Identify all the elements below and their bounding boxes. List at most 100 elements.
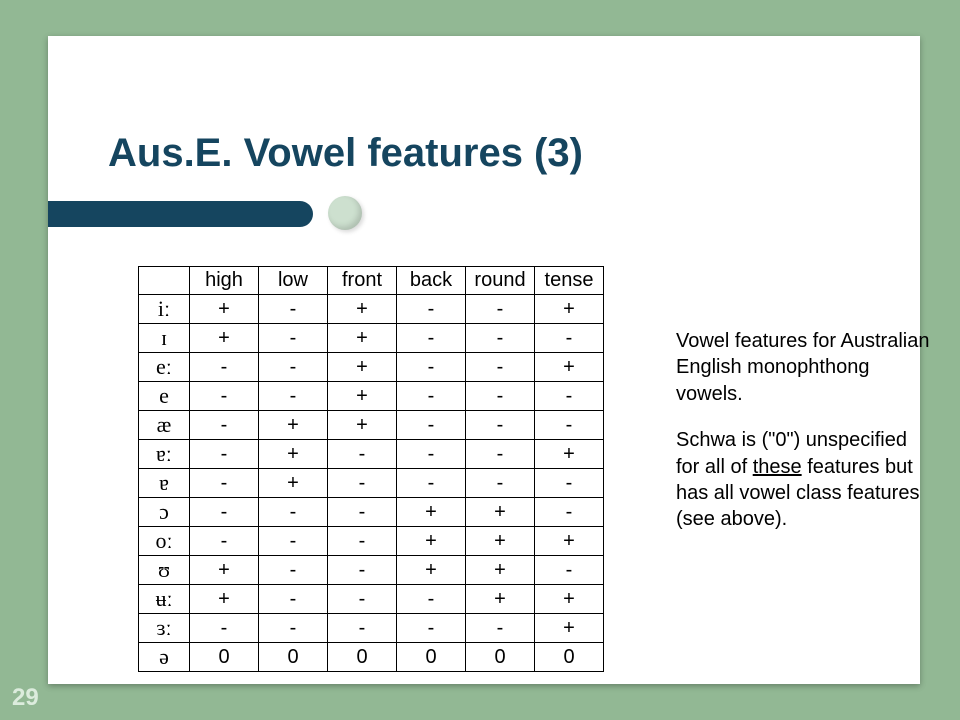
feature-cell: - xyxy=(190,498,259,527)
feature-cell: - xyxy=(259,527,328,556)
vowel-cell: æ xyxy=(139,411,190,440)
feature-cell: - xyxy=(190,382,259,411)
feature-cell: - xyxy=(328,527,397,556)
feature-cell: 0 xyxy=(259,643,328,672)
feature-cell: - xyxy=(535,411,604,440)
feature-cell: - xyxy=(535,469,604,498)
table-row: ʉː+---++ xyxy=(139,585,604,614)
vowel-cell: ɔ xyxy=(139,498,190,527)
vowel-feature-table: highlowfrontbackroundtense iː+-+--+ɪ+-+-… xyxy=(138,266,604,672)
table-row: iː+-+--+ xyxy=(139,295,604,324)
feature-cell: - xyxy=(535,324,604,353)
header-tense: tense xyxy=(535,267,604,295)
table-header-row: highlowfrontbackroundtense xyxy=(139,267,604,295)
vowel-cell: ʉː xyxy=(139,585,190,614)
table-body: iː+-+--+ɪ+-+---eː--+--+e--+---æ-++---ɐː-… xyxy=(139,295,604,672)
page-number: 29 xyxy=(12,684,39,712)
table-row: ə000000 xyxy=(139,643,604,672)
feature-cell: - xyxy=(259,498,328,527)
feature-cell: + xyxy=(535,527,604,556)
vowel-cell: oː xyxy=(139,527,190,556)
feature-cell: - xyxy=(190,353,259,382)
feature-cell: + xyxy=(190,295,259,324)
table-row: ɔ---++- xyxy=(139,498,604,527)
table-row: ʊ+--++- xyxy=(139,556,604,585)
slide: Aus.E. Vowel features (3) highlowfrontba… xyxy=(0,0,960,720)
table-row: eː--+--+ xyxy=(139,353,604,382)
feature-cell: - xyxy=(466,295,535,324)
header-vowel xyxy=(139,267,190,295)
feature-cell: + xyxy=(535,585,604,614)
feature-cell: - xyxy=(190,469,259,498)
feature-cell: - xyxy=(397,353,466,382)
feature-cell: - xyxy=(535,382,604,411)
feature-cell: - xyxy=(259,324,328,353)
feature-cell: - xyxy=(397,411,466,440)
table-row: ɐː-+---+ xyxy=(139,440,604,469)
feature-cell: - xyxy=(535,498,604,527)
table-row: ɜː-----+ xyxy=(139,614,604,643)
feature-cell: + xyxy=(328,411,397,440)
feature-cell: + xyxy=(190,324,259,353)
feature-cell: + xyxy=(535,295,604,324)
feature-cell: + xyxy=(535,353,604,382)
feature-cell: - xyxy=(466,324,535,353)
accent-bar xyxy=(48,201,313,227)
feature-cell: - xyxy=(259,295,328,324)
feature-cell: - xyxy=(328,614,397,643)
feature-cell: - xyxy=(190,440,259,469)
side-paragraph-2: Schwa is ("0") unspecified for all of th… xyxy=(676,427,931,533)
table-row: oː---+++ xyxy=(139,527,604,556)
feature-cell: - xyxy=(259,556,328,585)
feature-cell: - xyxy=(397,440,466,469)
header-round: round xyxy=(466,267,535,295)
feature-cell: - xyxy=(259,353,328,382)
feature-cell: - xyxy=(328,498,397,527)
feature-cell: + xyxy=(259,411,328,440)
feature-cell: + xyxy=(397,527,466,556)
feature-cell: + xyxy=(328,382,397,411)
accent-dot xyxy=(328,196,362,230)
table-row: ɪ+-+--- xyxy=(139,324,604,353)
feature-cell: - xyxy=(466,411,535,440)
feature-cell: + xyxy=(190,585,259,614)
side-paragraph-1: Vowel features for Australian English mo… xyxy=(676,328,931,407)
feature-cell: + xyxy=(535,440,604,469)
feature-cell: + xyxy=(535,614,604,643)
feature-cell: - xyxy=(328,556,397,585)
feature-cell: + xyxy=(397,498,466,527)
feature-cell: + xyxy=(466,585,535,614)
feature-cell: 0 xyxy=(328,643,397,672)
feature-cell: - xyxy=(397,382,466,411)
feature-cell: - xyxy=(397,614,466,643)
feature-cell: - xyxy=(190,614,259,643)
header-back: back xyxy=(397,267,466,295)
header-front: front xyxy=(328,267,397,295)
feature-cell: - xyxy=(466,440,535,469)
table-row: ɐ-+---- xyxy=(139,469,604,498)
feature-cell: + xyxy=(466,527,535,556)
vowel-cell: ɪ xyxy=(139,324,190,353)
table: highlowfrontbackroundtense iː+-+--+ɪ+-+-… xyxy=(138,266,604,672)
vowel-cell: ɐ xyxy=(139,469,190,498)
header-high: high xyxy=(190,267,259,295)
vowel-cell: ʊ xyxy=(139,556,190,585)
feature-cell: - xyxy=(466,614,535,643)
vowel-cell: ə xyxy=(139,643,190,672)
feature-cell: 0 xyxy=(190,643,259,672)
header-low: low xyxy=(259,267,328,295)
feature-cell: + xyxy=(259,469,328,498)
feature-cell: 0 xyxy=(466,643,535,672)
vowel-cell: ɜː xyxy=(139,614,190,643)
feature-cell: + xyxy=(259,440,328,469)
feature-cell: - xyxy=(259,614,328,643)
table-row: æ-++--- xyxy=(139,411,604,440)
feature-cell: - xyxy=(259,585,328,614)
feature-cell: - xyxy=(397,324,466,353)
vowel-cell: e xyxy=(139,382,190,411)
feature-cell: - xyxy=(328,440,397,469)
feature-cell: - xyxy=(535,556,604,585)
side-p2-underlined: these xyxy=(753,456,802,478)
feature-cell: + xyxy=(190,556,259,585)
feature-cell: + xyxy=(328,353,397,382)
